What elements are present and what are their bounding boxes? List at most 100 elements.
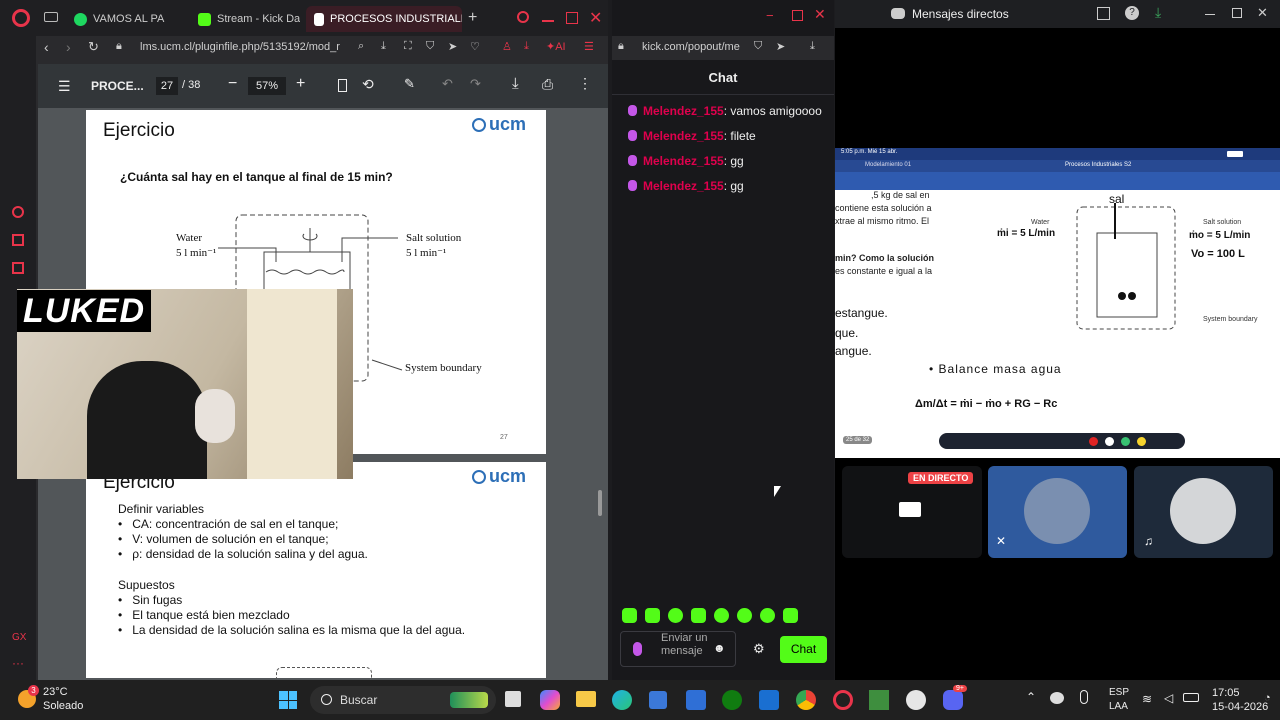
outlook-icon[interactable] — [759, 690, 779, 710]
discord-maximize-icon[interactable] — [1232, 8, 1242, 18]
chat-username[interactable]: Melendez_155 — [643, 179, 724, 193]
profile-icon[interactable]: ♙ — [502, 40, 512, 53]
heart-icon[interactable]: ♡ — [470, 40, 480, 53]
emote-icon[interactable] — [691, 608, 706, 623]
zoom-input[interactable]: 57% — [248, 77, 286, 95]
chat-username[interactable]: Melendez_155 — [643, 129, 724, 143]
emoji-icon[interactable]: ☻ — [713, 641, 726, 655]
more-options-icon[interactable]: ⋮ — [578, 75, 592, 92]
zoom-icon[interactable]: ⌕ — [358, 40, 364, 53]
participant-tile[interactable]: ✕ — [988, 466, 1127, 558]
fit-page-icon[interactable] — [338, 79, 347, 92]
kick-minimize-icon[interactable]: − — [766, 8, 774, 23]
menu-icon[interactable]: ☰ — [584, 40, 594, 53]
speed-dial-icon[interactable] — [12, 206, 24, 218]
color-dot[interactable] — [1089, 436, 1098, 446]
shield-icon[interactable]: ⛉ — [754, 40, 762, 53]
text-editor-icon[interactable] — [686, 690, 706, 710]
volume-icon[interactable]: ◁ — [1164, 691, 1173, 705]
emote-icon[interactable] — [645, 608, 660, 623]
chat-input[interactable]: Enviar un mensaje ☻ — [620, 631, 736, 667]
close-icon[interactable]: ✕ — [589, 8, 602, 28]
opera-gx-taskbar-icon[interactable] — [833, 690, 853, 710]
page-number-input[interactable]: 27 — [156, 77, 178, 95]
discord-minimize-icon[interactable] — [1205, 14, 1215, 15]
download-icon[interactable]: ⤓ — [381, 40, 386, 53]
maximize-icon[interactable] — [566, 12, 578, 24]
edge-icon[interactable] — [612, 690, 632, 710]
help-icon[interactable]: ? — [1125, 6, 1139, 20]
chat-send-button[interactable]: Chat — [780, 636, 827, 663]
notes-tab-active[interactable]: Procesos Industriales S2 — [1065, 162, 1131, 168]
color-dot[interactable] — [1105, 436, 1114, 446]
print-icon[interactable]: ⎙ — [542, 76, 553, 93]
file-explorer-icon[interactable] — [576, 691, 596, 707]
search-icon[interactable] — [517, 11, 529, 23]
wifi-icon[interactable]: ≋ — [1142, 692, 1152, 706]
taskbar-search[interactable]: Buscar — [310, 686, 496, 714]
inbox-icon[interactable] — [1097, 7, 1110, 20]
new-tab-icon[interactable]: + — [468, 9, 477, 27]
language-primary[interactable]: ESP — [1109, 687, 1129, 698]
emote-icon[interactable] — [783, 608, 798, 623]
task-view-icon[interactable] — [505, 691, 521, 707]
gx-label[interactable]: GX — [12, 632, 26, 643]
kick-close-icon[interactable]: ✕ — [814, 6, 826, 23]
chat-settings-icon[interactable]: ⚙ — [753, 641, 765, 657]
chat-username[interactable]: Melendez_155 — [643, 104, 724, 118]
chrome-icon[interactable] — [796, 690, 816, 710]
back-icon[interactable]: ‹ — [44, 39, 49, 55]
news-icon[interactable] — [12, 262, 24, 274]
pdf-download-icon[interactable]: ⤓ — [512, 75, 519, 92]
notification-bell-icon[interactable]: ◔ — [1264, 692, 1271, 704]
bookmark-icon[interactable] — [12, 234, 24, 246]
download-icon[interactable]: ⤓ — [810, 40, 815, 53]
snapshot-icon[interactable]: ⛶ — [404, 40, 412, 53]
zoom-out-button[interactable]: − — [228, 75, 237, 93]
redo-icon[interactable]: ↷ — [470, 76, 481, 92]
screen-share-stream[interactable]: 5:05 p.m. Mié 15 abr. Modelamiento 01 Pr… — [835, 148, 1280, 458]
update-download-icon[interactable]: ⤓ — [1155, 4, 1161, 21]
tray-chevron-icon[interactable]: ⌃ — [1026, 690, 1036, 704]
zoom-in-button[interactable]: + — [296, 75, 305, 93]
ai-icon[interactable]: ✦AI — [546, 40, 566, 53]
send-icon[interactable]: ➤ — [448, 40, 457, 53]
emote-icon[interactable] — [737, 608, 752, 623]
pdf-scrollbar[interactable] — [598, 490, 602, 516]
emote-icon[interactable] — [760, 608, 775, 623]
copilot-icon[interactable] — [540, 690, 560, 710]
tab-kick[interactable]: Stream - Kick Da — [190, 6, 300, 32]
emote-icon[interactable] — [714, 608, 729, 623]
participant-tile[interactable]: ♫ — [1134, 466, 1273, 558]
downloads-icon[interactable]: ⤓ — [524, 40, 529, 53]
reload-icon[interactable]: ↻ — [88, 39, 99, 55]
clock-time[interactable]: 17:05 — [1212, 687, 1240, 699]
emote-icon[interactable] — [622, 608, 637, 623]
discord-close-icon[interactable]: ✕ — [1257, 5, 1268, 21]
microphone-icon[interactable] — [1080, 690, 1088, 704]
tab-menu-icon[interactable] — [44, 12, 58, 22]
rotate-icon[interactable]: ⟲ — [362, 76, 374, 93]
tray-app-icon[interactable] — [1050, 692, 1064, 704]
clock-date[interactable]: 15-04-2026 — [1212, 701, 1268, 713]
store-icon[interactable] — [649, 691, 667, 709]
pdf-menu-icon[interactable]: ☰ — [58, 78, 71, 95]
color-dot[interactable] — [1137, 436, 1146, 446]
color-dot[interactable] — [1121, 436, 1130, 446]
discord-taskbar-icon[interactable] — [943, 690, 963, 710]
kick-url[interactable]: kick.com/popout/me — [642, 41, 748, 53]
start-icon[interactable] — [279, 691, 297, 709]
send-icon[interactable]: ➤ — [776, 40, 785, 53]
opera-logo-icon[interactable] — [12, 9, 30, 27]
forward-icon[interactable]: › — [66, 39, 71, 55]
annotate-icon[interactable]: ✎ — [404, 76, 415, 92]
emote-icon[interactable] — [668, 608, 683, 623]
tab-procesos[interactable]: PROCESOS INDUSTRIALE — [306, 6, 462, 32]
kick-maximize-icon[interactable] — [792, 10, 803, 21]
shield-icon[interactable]: ⛉ — [426, 40, 434, 53]
participant-tile[interactable]: EN DIRECTO — [842, 466, 982, 558]
battery-icon[interactable] — [1183, 693, 1199, 702]
minimize-icon[interactable] — [542, 20, 554, 22]
undo-icon[interactable]: ↶ — [442, 76, 453, 92]
minecraft-icon[interactable] — [869, 690, 889, 710]
